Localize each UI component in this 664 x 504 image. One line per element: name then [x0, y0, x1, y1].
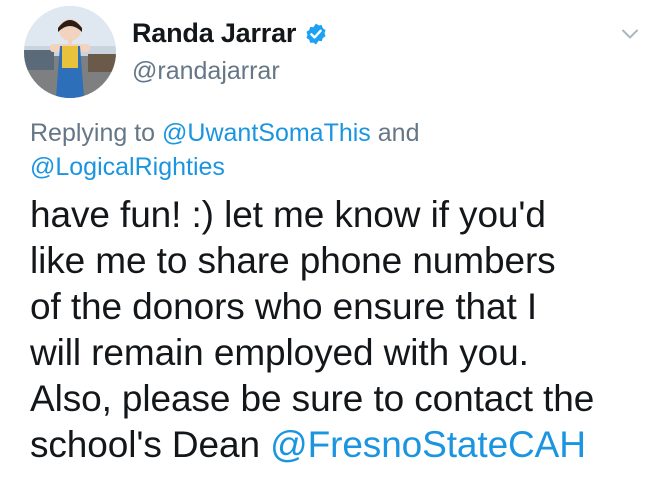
mention-link-3[interactable]: @FresnoStateCAH [270, 424, 586, 465]
tweet-line: will remain employed with you. [30, 332, 529, 373]
tweet-text: have fun! :) let me know if you'd like m… [30, 192, 660, 468]
display-name[interactable]: Randa Jarrar [132, 18, 296, 49]
tweet-line-last-text: school's Dean [30, 424, 271, 465]
author-handle[interactable]: @randajarrar [132, 57, 280, 86]
author-name-row: Randa Jarrar [132, 18, 328, 49]
tweet-line: Also, please be sure to contact the [30, 378, 595, 419]
avatar-image [24, 6, 116, 98]
reply-context: Replying to @UwantSomaThis and @LogicalR… [30, 116, 650, 184]
tweet-line-last: school's Dean @FresnoStateCAH [30, 422, 660, 468]
tweet-line: like me to share phone numbers [30, 240, 556, 281]
tweet-line: of the donors who ensure that I [30, 286, 538, 327]
mention-link-2[interactable]: @LogicalRighties [30, 153, 225, 181]
reply-prefix: Replying to [30, 119, 163, 147]
chevron-down-icon [622, 29, 638, 39]
verified-badge-icon [304, 22, 328, 46]
tweet-line: have fun! :) let me know if you'd [30, 194, 546, 235]
reply-joiner: and [370, 119, 420, 147]
avatar[interactable] [24, 6, 116, 98]
mention-link-1[interactable]: @UwantSomaThis [162, 119, 371, 147]
tweet-menu-button[interactable] [618, 22, 642, 46]
